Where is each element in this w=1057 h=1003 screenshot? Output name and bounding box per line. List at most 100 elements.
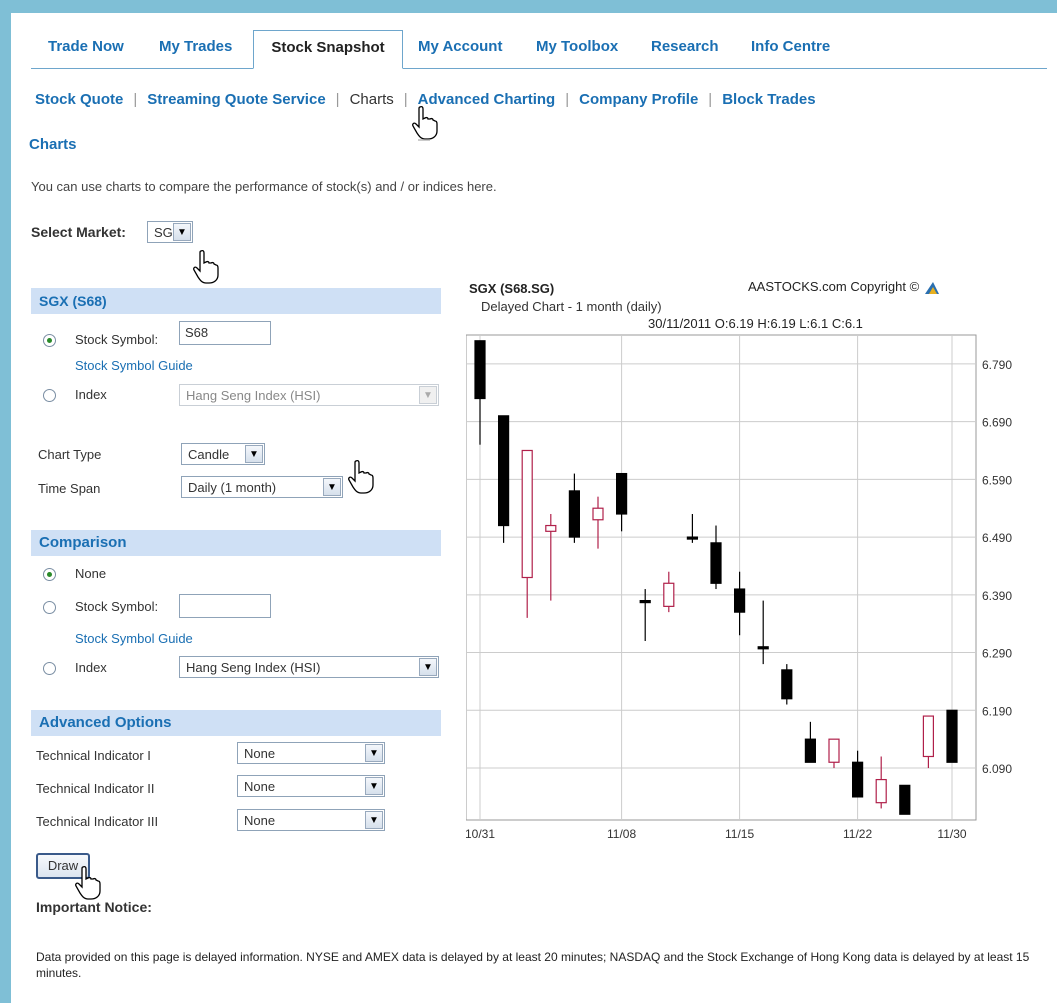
tab-trade-now[interactable]: Trade Now xyxy=(48,30,124,68)
chevron-down-icon: ▼ xyxy=(245,445,263,463)
chevron-down-icon: ▼ xyxy=(419,386,437,404)
comparison-stock-label: Stock Symbol: xyxy=(75,599,159,614)
time-span-select[interactable]: Daily (1 month) ▼ xyxy=(181,476,343,498)
hand-cursor-icon xyxy=(412,105,438,141)
tab-info-centre[interactable]: Info Centre xyxy=(751,30,830,68)
comparison-stock-input[interactable] xyxy=(179,594,271,618)
separator: | xyxy=(565,91,570,108)
stock-symbol-label: Stock Symbol: xyxy=(75,332,159,347)
time-span-label: Time Span xyxy=(38,481,101,496)
comparison-guide-link[interactable]: Stock Symbol Guide xyxy=(75,631,193,646)
radio-comparison-stock[interactable] xyxy=(43,601,56,614)
tab-my-trades[interactable]: My Trades xyxy=(159,30,232,68)
candle-body xyxy=(474,340,486,400)
subnav-streaming-quote[interactable]: Streaming Quote Service xyxy=(147,91,325,108)
comparison-index-value: Hang Seng Index (HSI) xyxy=(186,660,321,675)
tab-research[interactable]: Research xyxy=(651,30,719,68)
separator: | xyxy=(708,91,713,108)
indicator-3-value: None xyxy=(244,813,276,828)
candle-body xyxy=(899,784,911,815)
chevron-down-icon: ▼ xyxy=(365,811,383,829)
tab-my-toolbox[interactable]: My Toolbox xyxy=(536,30,618,68)
chart-type-value: Candle xyxy=(188,447,230,462)
chevron-down-icon: ▼ xyxy=(365,744,383,762)
y-tick-label: 6.190 xyxy=(982,704,1012,718)
candle-body xyxy=(781,669,793,700)
chevron-down-icon: ▼ xyxy=(419,658,437,676)
advanced-options-header: Advanced Options xyxy=(31,710,441,736)
stock-symbol-input[interactable]: S68 xyxy=(179,321,271,345)
page-frame: Trade Now My Trades Stock Snapshot My Ac… xyxy=(11,13,1057,1003)
candle-body xyxy=(804,738,816,763)
subnav-block-trades[interactable]: Block Trades xyxy=(722,91,815,108)
stock-symbol-guide-link[interactable]: Stock Symbol Guide xyxy=(75,358,193,373)
comparison-header: Comparison xyxy=(31,530,441,556)
candle-body xyxy=(639,599,651,604)
index-label: Index xyxy=(75,387,107,402)
indicator-2-value: None xyxy=(244,779,276,794)
candle-body xyxy=(922,715,934,758)
candle-body xyxy=(497,415,510,527)
candle-body xyxy=(710,542,722,584)
stock-section-header: SGX (S68) xyxy=(31,288,441,314)
subnav-charts[interactable]: Charts xyxy=(350,91,394,108)
indicator-1-select[interactable]: None ▼ xyxy=(237,742,385,764)
important-notice-title: Important Notice: xyxy=(36,899,152,915)
subnav-stock-quote[interactable]: Stock Quote xyxy=(35,91,123,108)
radio-comparison-index[interactable] xyxy=(43,662,56,675)
indicator-3-label: Technical Indicator III xyxy=(36,814,159,829)
separator: | xyxy=(133,91,138,108)
x-axis-labels: 10/31 11/08 11/15 11/22 11/30 xyxy=(466,827,967,841)
index-select-value: Hang Seng Index (HSI) xyxy=(186,388,321,403)
subnav-company-profile[interactable]: Company Profile xyxy=(579,91,698,108)
y-axis-labels: 6.790 6.690 6.590 6.490 6.390 6.290 6.190 6.090 xyxy=(982,358,1012,776)
chevron-down-icon: ▼ xyxy=(173,223,191,241)
candle-body xyxy=(828,738,840,763)
x-tick-label: 11/08 xyxy=(607,827,636,841)
comparison-none-label: None xyxy=(75,566,107,581)
page-title: Charts xyxy=(29,136,77,153)
x-tick-label: 11/22 xyxy=(843,827,872,841)
y-tick-label: 6.590 xyxy=(982,473,1012,487)
radio-stock-symbol[interactable] xyxy=(43,334,56,347)
comparison-index-label: Index xyxy=(75,660,107,675)
y-tick-label: 6.790 xyxy=(982,358,1012,372)
indicator-1-label: Technical Indicator I xyxy=(36,748,151,763)
radio-comparison-none[interactable] xyxy=(43,568,56,581)
tab-my-account[interactable]: My Account xyxy=(418,30,502,68)
separator: | xyxy=(403,91,408,108)
market-select[interactable]: SG ▼ xyxy=(147,221,193,243)
y-tick-label: 6.290 xyxy=(982,647,1012,661)
copyright-text: AASTOCKS.com Copyright © xyxy=(748,279,920,294)
candle xyxy=(946,709,958,763)
candle-body xyxy=(545,524,557,532)
y-tick-label: 6.490 xyxy=(982,531,1012,545)
hand-cursor-icon xyxy=(193,249,219,284)
candlestick-chart: 6.790 6.690 6.590 6.490 6.390 6.290 6.190 6.090… xyxy=(466,334,1012,841)
candle-body xyxy=(663,582,675,607)
chart-type-select[interactable]: Candle ▼ xyxy=(181,443,265,465)
candle xyxy=(899,784,911,815)
hand-cursor-icon xyxy=(75,865,101,900)
time-span-value: Daily (1 month) xyxy=(188,480,277,495)
chart-title: SGX (S68.SG) xyxy=(469,281,555,296)
tab-stock-snapshot[interactable]: Stock Snapshot xyxy=(253,30,403,69)
x-tick-label: 10/31 xyxy=(466,827,495,841)
chart-type-label: Chart Type xyxy=(38,447,102,462)
hand-cursor-icon xyxy=(348,459,374,494)
indicator-2-label: Technical Indicator II xyxy=(36,781,155,796)
candle xyxy=(497,415,510,543)
radio-index[interactable] xyxy=(43,389,56,402)
candle-body xyxy=(757,646,769,650)
chevron-down-icon: ▼ xyxy=(323,478,341,496)
index-select-disabled: Hang Seng Index (HSI) ▼ xyxy=(179,384,439,406)
indicator-3-select[interactable]: None ▼ xyxy=(237,809,385,831)
y-tick-label: 6.690 xyxy=(982,416,1012,430)
candle-body xyxy=(592,507,604,521)
indicator-2-select[interactable]: None ▼ xyxy=(237,775,385,797)
comparison-index-select[interactable]: Hang Seng Index (HSI) ▼ xyxy=(179,656,439,678)
separator: | xyxy=(335,91,340,108)
y-tick-label: 6.390 xyxy=(982,589,1012,603)
candle-body xyxy=(875,778,887,804)
candle-body xyxy=(616,472,628,515)
